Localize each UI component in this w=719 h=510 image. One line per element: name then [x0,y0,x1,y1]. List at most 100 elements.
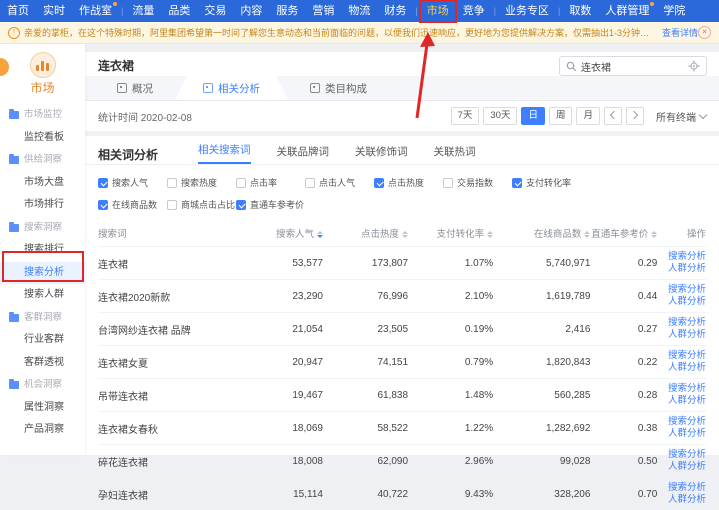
period-button-周[interactable]: 周 [549,107,573,125]
subtab-关联热词[interactable]: 关联热词 [434,144,476,164]
action-link-搜索分析[interactable]: 搜索分析 [657,449,706,461]
prev-button[interactable] [604,107,622,125]
tab-类目构成[interactable]: 类目构成 [288,76,389,100]
subtab-相关搜索词[interactable]: 相关搜索词 [198,142,251,164]
filter-点击热度[interactable]: 点击热度 [374,176,443,189]
checkbox-icon[interactable] [443,178,453,188]
action-link-搜索分析[interactable]: 搜索分析 [657,317,706,329]
sort-icon[interactable] [487,231,493,238]
nav-item-内容[interactable]: 内容 [233,0,269,22]
column-header-直通车参考价[interactable]: 直通车参考价 [590,220,657,247]
action-link-搜索分析[interactable]: 搜索分析 [657,284,706,296]
tab-strip: 概况相关分析类目构成 [85,76,719,101]
nav-item-营销[interactable]: 营销 [305,0,341,22]
subtab-关联修饰词[interactable]: 关联修饰词 [355,144,408,164]
checkbox-icon[interactable] [374,178,384,188]
cell-search-popularity: 20,947 [244,346,323,379]
nav-item-取数[interactable]: 取数 [562,0,598,22]
cell-search-popularity: 18,008 [244,445,323,478]
gear-icon[interactable] [688,60,700,72]
checkbox-icon[interactable] [305,178,315,188]
checkbox-icon[interactable] [236,200,246,210]
nav-item-流量[interactable]: 流量 [125,0,161,22]
column-header-支付转化率[interactable]: 支付转化率 [408,220,493,247]
filter-支付转化率[interactable]: 支付转化率 [512,176,581,189]
filter-搜索热度[interactable]: 搜索热度 [167,176,236,189]
checkbox-icon[interactable] [512,178,522,188]
action-link-人群分析[interactable]: 人群分析 [657,461,706,473]
nav-item-学院[interactable]: 学院 [656,0,692,22]
checkbox-icon[interactable] [98,200,108,210]
sidebar-item-客群透视[interactable]: 客群透视 [0,352,85,375]
action-link-搜索分析[interactable]: 搜索分析 [657,350,706,362]
checkbox-icon[interactable] [167,178,177,188]
period-button-日[interactable]: 日 [521,107,545,125]
sidebar-item-监控看板[interactable]: 监控看板 [0,127,85,150]
column-header-在线商品数[interactable]: 在线商品数 [493,220,590,247]
nav-item-物流[interactable]: 物流 [341,0,377,22]
sort-icon[interactable] [651,231,657,238]
action-link-搜索分析[interactable]: 搜索分析 [657,383,706,395]
notice-detail-link[interactable]: 查看详情 [662,26,698,39]
tab-相关分析[interactable]: 相关分析 [175,76,288,100]
filter-直通车参考价[interactable]: 直通车参考价 [236,198,305,211]
sidebar-item-属性洞察[interactable]: 属性洞察 [0,397,85,420]
range-button-7天[interactable]: 7天 [451,107,480,125]
action-link-搜索分析[interactable]: 搜索分析 [657,251,706,263]
sidebar-item-市场排行[interactable]: 市场排行 [0,194,85,217]
action-link-搜索分析[interactable]: 搜索分析 [657,482,706,494]
nav-item-服务[interactable]: 服务 [269,0,305,22]
sort-icon[interactable] [402,231,408,238]
action-link-人群分析[interactable]: 人群分析 [657,362,706,374]
column-header-点击热度[interactable]: 点击热度 [323,220,408,247]
sidebar-item-搜索人群[interactable]: 搜索人群 [0,284,85,307]
tab-概况[interactable]: 概况 [95,76,175,100]
action-link-人群分析[interactable]: 人群分析 [657,296,706,308]
sidebar-item-行业客群[interactable]: 行业客群 [0,329,85,352]
action-link-人群分析[interactable]: 人群分析 [657,494,706,506]
action-link-人群分析[interactable]: 人群分析 [657,263,706,275]
filter-商城点击占比[interactable]: 商城点击占比 [167,198,236,211]
column-header-搜索人气[interactable]: 搜索人气 [244,220,323,247]
nav-item-业务专区[interactable]: 业务专区 [498,0,556,22]
nav-item-首页[interactable]: 首页 [0,0,36,22]
action-link-人群分析[interactable]: 人群分析 [657,395,706,407]
next-button[interactable] [626,107,644,125]
nav-item-市场[interactable]: 市场 [420,0,456,22]
nav-item-作战室[interactable]: 作战室 [72,0,119,22]
table-row: 连衣裙53,577173,8071.07%5,740,9710.29搜索分析人群… [98,247,706,280]
filter-在线商品数[interactable]: 在线商品数 [98,198,167,211]
filter-交易指数[interactable]: 交易指数 [443,176,512,189]
module-badge: 市场 [0,44,85,104]
action-link-人群分析[interactable]: 人群分析 [657,428,706,440]
subtab-关联品牌词[interactable]: 关联品牌词 [277,144,330,164]
sidebar-item-市场大盘[interactable]: 市场大盘 [0,172,85,195]
nav-item-实时[interactable]: 实时 [36,0,72,22]
terminal-dropdown[interactable]: 所有终端 [656,109,706,124]
action-link-人群分析[interactable]: 人群分析 [657,329,706,341]
range-button-30天[interactable]: 30天 [483,107,517,125]
close-icon[interactable]: ✕ [698,26,711,39]
sort-down-icon [317,235,323,238]
sidebar-item-搜索排行[interactable]: 搜索排行 [0,239,85,262]
cell-click-heat: 173,807 [323,247,408,280]
filter-点击人气[interactable]: 点击人气 [305,176,374,189]
filter-搜索人气[interactable]: 搜索人气 [98,176,167,189]
nav-item-交易[interactable]: 交易 [197,0,233,22]
sort-icon[interactable] [584,231,590,238]
search-input[interactable]: 连衣裙 [581,59,688,74]
sidebar-item-产品洞察[interactable]: 产品洞察 [0,419,85,442]
period-button-月[interactable]: 月 [576,107,600,125]
action-link-搜索分析[interactable]: 搜索分析 [657,416,706,428]
nav-item-人群管理[interactable]: 人群管理 [598,0,656,22]
search-box[interactable]: 连衣裙 [559,56,707,76]
sidebar-item-搜索分析[interactable]: 搜索分析 [0,262,85,285]
filter-点击率[interactable]: 点击率 [236,176,305,189]
nav-item-竞争[interactable]: 竞争 [456,0,492,22]
sort-icon[interactable] [317,231,323,238]
checkbox-icon[interactable] [98,178,108,188]
checkbox-icon[interactable] [167,200,177,210]
nav-item-品类[interactable]: 品类 [161,0,197,22]
nav-item-财务[interactable]: 财务 [377,0,413,22]
checkbox-icon[interactable] [236,178,246,188]
